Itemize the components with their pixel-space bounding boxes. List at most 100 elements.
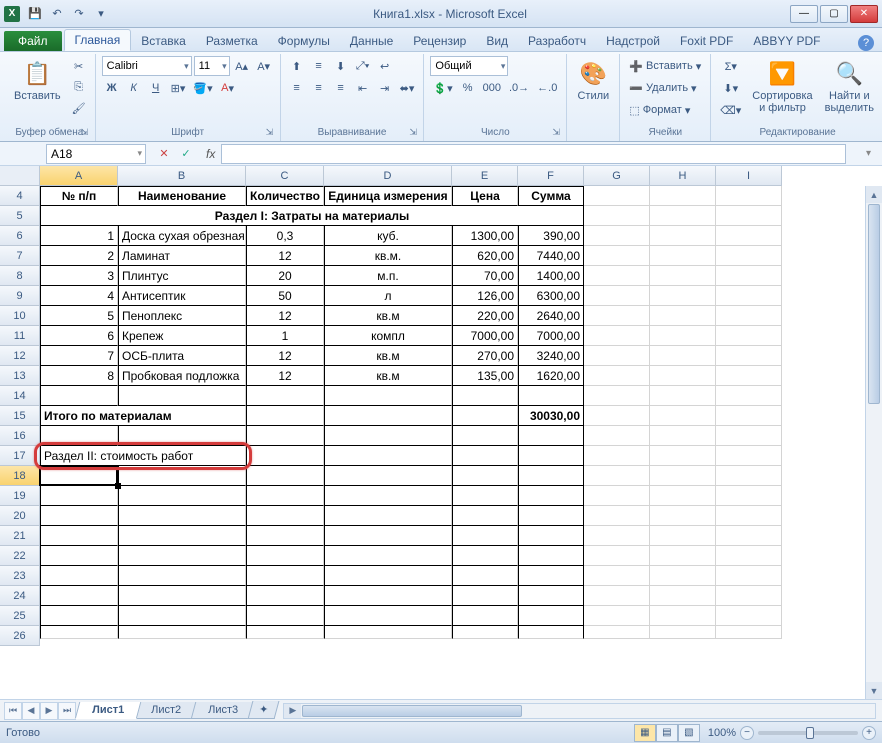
- format-painter-button[interactable]: 🖌: [69, 98, 89, 118]
- cell[interactable]: [584, 406, 650, 426]
- cell[interactable]: 20: [246, 266, 324, 286]
- new-sheet-button[interactable]: ✦: [248, 701, 280, 719]
- zoom-in-button[interactable]: +: [862, 726, 876, 740]
- cell[interactable]: Крепеж: [118, 326, 246, 346]
- cell[interactable]: 8: [40, 366, 118, 386]
- cell[interactable]: [118, 606, 246, 626]
- name-box[interactable]: A18: [46, 144, 146, 164]
- cell[interactable]: Пробковая подложка: [118, 366, 246, 386]
- cut-button[interactable]: ✂: [69, 56, 89, 76]
- cell[interactable]: [716, 466, 782, 486]
- cell[interactable]: [650, 366, 716, 386]
- cell[interactable]: 12: [246, 306, 324, 326]
- cell[interactable]: [650, 606, 716, 626]
- cancel-formula[interactable]: ✕: [154, 144, 174, 164]
- cell[interactable]: [716, 406, 782, 426]
- qat-more[interactable]: ▾: [92, 5, 110, 23]
- cell[interactable]: [246, 406, 324, 426]
- cell[interactable]: [324, 426, 452, 446]
- copy-button[interactable]: ⎘: [69, 77, 89, 97]
- cell[interactable]: ОСБ-плита: [118, 346, 246, 366]
- cell[interactable]: [584, 306, 650, 326]
- cell[interactable]: 50: [246, 286, 324, 306]
- cell[interactable]: [40, 566, 118, 586]
- page-layout-view-button[interactable]: ▤: [656, 724, 678, 742]
- sheet-last[interactable]: ⏭: [58, 702, 76, 720]
- cell[interactable]: [40, 546, 118, 566]
- cell[interactable]: [716, 366, 782, 386]
- cell[interactable]: Раздел I: Затраты на материалы: [40, 206, 584, 226]
- cell[interactable]: кв.м: [324, 366, 452, 386]
- expand-formula-bar[interactable]: ▾: [866, 148, 882, 159]
- cell[interactable]: 620,00: [452, 246, 518, 266]
- cell[interactable]: [324, 446, 452, 466]
- tab-home[interactable]: Главная: [64, 29, 132, 51]
- cell[interactable]: [118, 486, 246, 506]
- cell[interactable]: [246, 506, 324, 526]
- cell[interactable]: [716, 586, 782, 606]
- redo-button[interactable]: ↷: [70, 5, 88, 23]
- cell[interactable]: [518, 386, 584, 406]
- cell[interactable]: [118, 466, 246, 486]
- cell[interactable]: Сумма: [518, 186, 584, 206]
- cells[interactable]: № п/пНаименованиеКоличествоЕдиница измер…: [40, 186, 782, 639]
- cell[interactable]: Единица измерения: [324, 186, 452, 206]
- column-header-C[interactable]: C: [246, 166, 324, 186]
- inc-decimal[interactable]: .0→: [506, 78, 532, 98]
- cell[interactable]: [324, 506, 452, 526]
- cell[interactable]: [118, 566, 246, 586]
- cell[interactable]: [650, 206, 716, 226]
- cell[interactable]: [584, 426, 650, 446]
- row-header-25[interactable]: 25: [0, 606, 40, 626]
- cell[interactable]: [452, 406, 518, 426]
- number-launcher[interactable]: ⇲: [552, 127, 564, 139]
- cell[interactable]: 2640,00: [518, 306, 584, 326]
- row-header-7[interactable]: 7: [0, 246, 40, 266]
- cell[interactable]: 12: [246, 346, 324, 366]
- cell[interactable]: [584, 506, 650, 526]
- cell[interactable]: [584, 206, 650, 226]
- italic-button[interactable]: К: [124, 78, 144, 98]
- cell[interactable]: [518, 486, 584, 506]
- row-header-12[interactable]: 12: [0, 346, 40, 366]
- cell[interactable]: [452, 466, 518, 486]
- cell[interactable]: [716, 526, 782, 546]
- insert-cells-button[interactable]: ➕Вставить▾: [626, 56, 704, 76]
- cell[interactable]: 270,00: [452, 346, 518, 366]
- cell[interactable]: [716, 386, 782, 406]
- cell[interactable]: [246, 546, 324, 566]
- cell[interactable]: Антисептик: [118, 286, 246, 306]
- cell[interactable]: [118, 426, 246, 446]
- cell[interactable]: 5: [40, 306, 118, 326]
- row-header-9[interactable]: 9: [0, 286, 40, 306]
- tab-abbyy[interactable]: ABBYY PDF: [743, 31, 830, 51]
- zoom-level[interactable]: 100%: [708, 727, 736, 739]
- cell[interactable]: кв.м: [324, 306, 452, 326]
- dec-decimal[interactable]: ←.0: [534, 78, 560, 98]
- cell[interactable]: [324, 466, 452, 486]
- cell[interactable]: [452, 606, 518, 626]
- sheet-next[interactable]: ▶: [40, 702, 58, 720]
- tab-developer[interactable]: Разработч: [518, 31, 596, 51]
- cell[interactable]: [584, 586, 650, 606]
- tab-addins[interactable]: Надстрой: [596, 31, 670, 51]
- row-header-14[interactable]: 14: [0, 386, 40, 406]
- cell[interactable]: [584, 346, 650, 366]
- row-header-19[interactable]: 19: [0, 486, 40, 506]
- cell[interactable]: [584, 626, 650, 639]
- cell[interactable]: [650, 586, 716, 606]
- cell[interactable]: [518, 446, 584, 466]
- column-header-E[interactable]: E: [452, 166, 518, 186]
- cell[interactable]: [324, 386, 452, 406]
- cell[interactable]: [452, 426, 518, 446]
- column-header-B[interactable]: B: [118, 166, 246, 186]
- cell[interactable]: Доска сухая обрезная: [118, 226, 246, 246]
- cell[interactable]: [650, 466, 716, 486]
- scroll-up-button[interactable]: ▲: [866, 186, 882, 203]
- cell[interactable]: [452, 566, 518, 586]
- cell[interactable]: Ламинат: [118, 246, 246, 266]
- cell[interactable]: 3240,00: [518, 346, 584, 366]
- cell[interactable]: 70,00: [452, 266, 518, 286]
- clear-button[interactable]: ⌫▾: [717, 100, 744, 120]
- cell[interactable]: [716, 546, 782, 566]
